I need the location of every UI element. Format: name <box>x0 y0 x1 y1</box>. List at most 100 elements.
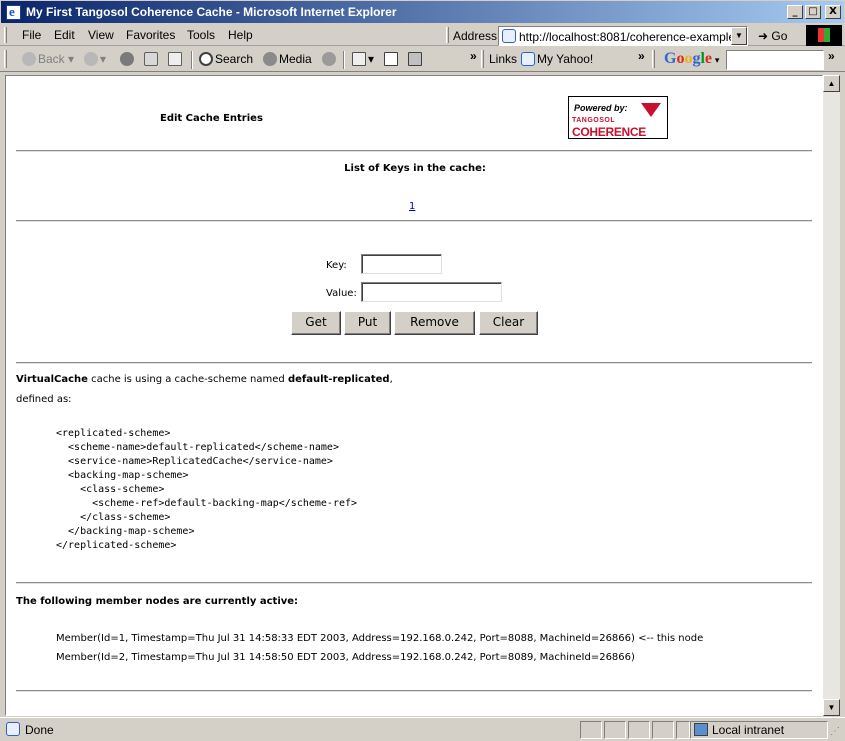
refresh-icon <box>144 52 158 66</box>
logo-powered-by: Powered by: <box>574 103 628 113</box>
links-overflow-icon[interactable]: » <box>638 49 645 63</box>
zone-text: Local intranet <box>712 723 785 737</box>
divider <box>16 690 812 692</box>
maximize-button[interactable]: □ <box>805 5 821 19</box>
cache-key-link[interactable]: 1 <box>409 201 415 212</box>
page-title: Edit Cache Entries <box>160 113 263 124</box>
logo-tangosol: TANGOSOL <box>572 117 616 124</box>
go-label: Go <box>771 29 788 43</box>
address-grip[interactable] <box>446 27 449 43</box>
media-icon <box>263 52 277 66</box>
xml-line: <service-name>ReplicatedCache</service-n… <box>56 456 333 467</box>
toolbar-overflow-icon[interactable]: » <box>470 49 477 63</box>
status-pane <box>580 721 602 739</box>
member-row: Member(Id=1, Timestamp=Thu Jul 31 14:58:… <box>56 633 704 644</box>
ie-link-icon <box>521 52 535 66</box>
search-icon <box>199 52 213 66</box>
scheme-name: default-replicated <box>287 374 390 385</box>
window-title: My First Tangosol Coherence Cache - Micr… <box>26 5 397 19</box>
toolbar-separator <box>343 51 345 69</box>
page-icon <box>502 29 516 43</box>
divider <box>16 150 812 152</box>
menu-view[interactable]: View <box>88 28 114 42</box>
history-button[interactable] <box>322 52 338 66</box>
defined-as-label: defined as: <box>16 394 72 405</box>
stop-icon <box>120 52 134 66</box>
scheme-text-middle: cache is using a cache-scheme named <box>87 374 288 385</box>
links-grip[interactable] <box>481 50 484 68</box>
google-grip[interactable] <box>652 50 655 68</box>
toolbar-grip[interactable] <box>4 50 7 68</box>
scheme-xml: <replicated-scheme> <scheme-name>default… <box>56 427 357 553</box>
google-search-input[interactable] <box>726 50 824 70</box>
go-button[interactable]: ➜ Go <box>758 29 787 43</box>
minimize-button[interactable]: _ <box>787 5 803 19</box>
xml-line: <backing-map-scheme> <box>56 470 189 481</box>
xml-line: </replicated-scheme> <box>56 540 177 551</box>
resize-grip-icon[interactable]: ⋰ <box>830 726 840 737</box>
scheme-text-end: , <box>389 374 393 385</box>
xml-line: <replicated-scheme> <box>56 428 171 439</box>
cache-name: VirtualCache <box>16 374 88 385</box>
google-toolbar-button[interactable]: Google ▾ <box>664 50 719 68</box>
scroll-down-icon[interactable]: ▼ <box>823 699 840 716</box>
back-button[interactable]: Back ▾ <box>22 52 74 66</box>
status-pane <box>652 721 674 739</box>
close-button[interactable]: X <box>825 5 841 19</box>
back-arrow-icon <box>22 52 36 66</box>
xml-line: </class-scheme> <box>56 512 171 523</box>
my-yahoo-link[interactable]: My Yahoo! <box>521 52 593 66</box>
divider <box>16 220 812 222</box>
divider <box>16 582 812 584</box>
remove-button[interactable]: Remove <box>394 311 475 335</box>
logo-mark-icon <box>641 103 661 117</box>
media-button[interactable]: Media <box>263 52 312 66</box>
forward-arrow-icon <box>84 52 98 66</box>
menu-file[interactable]: File <box>22 28 41 42</box>
address-label: Address <box>453 29 498 43</box>
go-arrow-icon: ➜ <box>758 29 769 43</box>
divider <box>16 362 812 364</box>
print-preview-icon <box>384 52 398 66</box>
address-url[interactable]: http://localhost:8081/coherence-examples… <box>519 30 731 44</box>
printer-icon <box>408 52 422 66</box>
menu-favorites[interactable]: Favorites <box>126 28 175 42</box>
status-pane <box>604 721 626 739</box>
key-input[interactable] <box>361 254 442 274</box>
home-button[interactable] <box>168 52 184 66</box>
address-dropdown-icon[interactable]: ▼ <box>731 27 747 45</box>
put-button[interactable]: Put <box>344 311 391 335</box>
home-icon <box>168 52 182 66</box>
status-bar: Done Local intranet ⋰ <box>0 717 845 741</box>
page-viewport: Edit Cache Entries Powered by: TANGOSOL … <box>5 75 823 716</box>
vertical-scrollbar[interactable]: ▲ ▼ <box>823 75 840 716</box>
logo-coherence: COHERENCE <box>572 125 646 139</box>
menu-tools[interactable]: Tools <box>187 28 215 42</box>
menu-edit[interactable]: Edit <box>54 28 75 42</box>
stop-button[interactable] <box>120 52 136 66</box>
windows-flag-icon <box>806 25 842 46</box>
clear-button[interactable]: Clear <box>479 311 538 335</box>
print-button[interactable] <box>408 52 424 66</box>
my-yahoo-label: My Yahoo! <box>537 52 594 66</box>
get-button[interactable]: Get <box>291 311 341 335</box>
menubar-grip[interactable] <box>4 27 7 43</box>
scheme-description: VirtualCache cache is using a cache-sche… <box>16 374 393 385</box>
search-button[interactable]: Search <box>199 52 253 66</box>
search-label: Search <box>215 52 254 66</box>
forward-button[interactable]: ▾ <box>84 52 106 66</box>
scroll-up-icon[interactable]: ▲ <box>823 75 840 92</box>
toolbar-separator <box>191 51 193 69</box>
mail-button[interactable]: ▾ <box>352 52 374 66</box>
xml-line: <scheme-ref>default-backing-map</scheme-… <box>56 498 358 509</box>
value-input[interactable] <box>361 282 502 302</box>
media-label: Media <box>279 52 312 66</box>
address-input[interactable]: http://localhost:8081/coherence-examples… <box>498 26 748 46</box>
refresh-button[interactable] <box>144 52 160 66</box>
xml-line: </backing-map-scheme> <box>56 526 195 537</box>
ie-app-icon[interactable] <box>6 4 21 20</box>
google-overflow-icon[interactable]: » <box>828 49 835 63</box>
members-heading: The following member nodes are currently… <box>16 596 299 607</box>
menu-help[interactable]: Help <box>228 28 253 42</box>
print-preview-button[interactable] <box>384 52 400 66</box>
